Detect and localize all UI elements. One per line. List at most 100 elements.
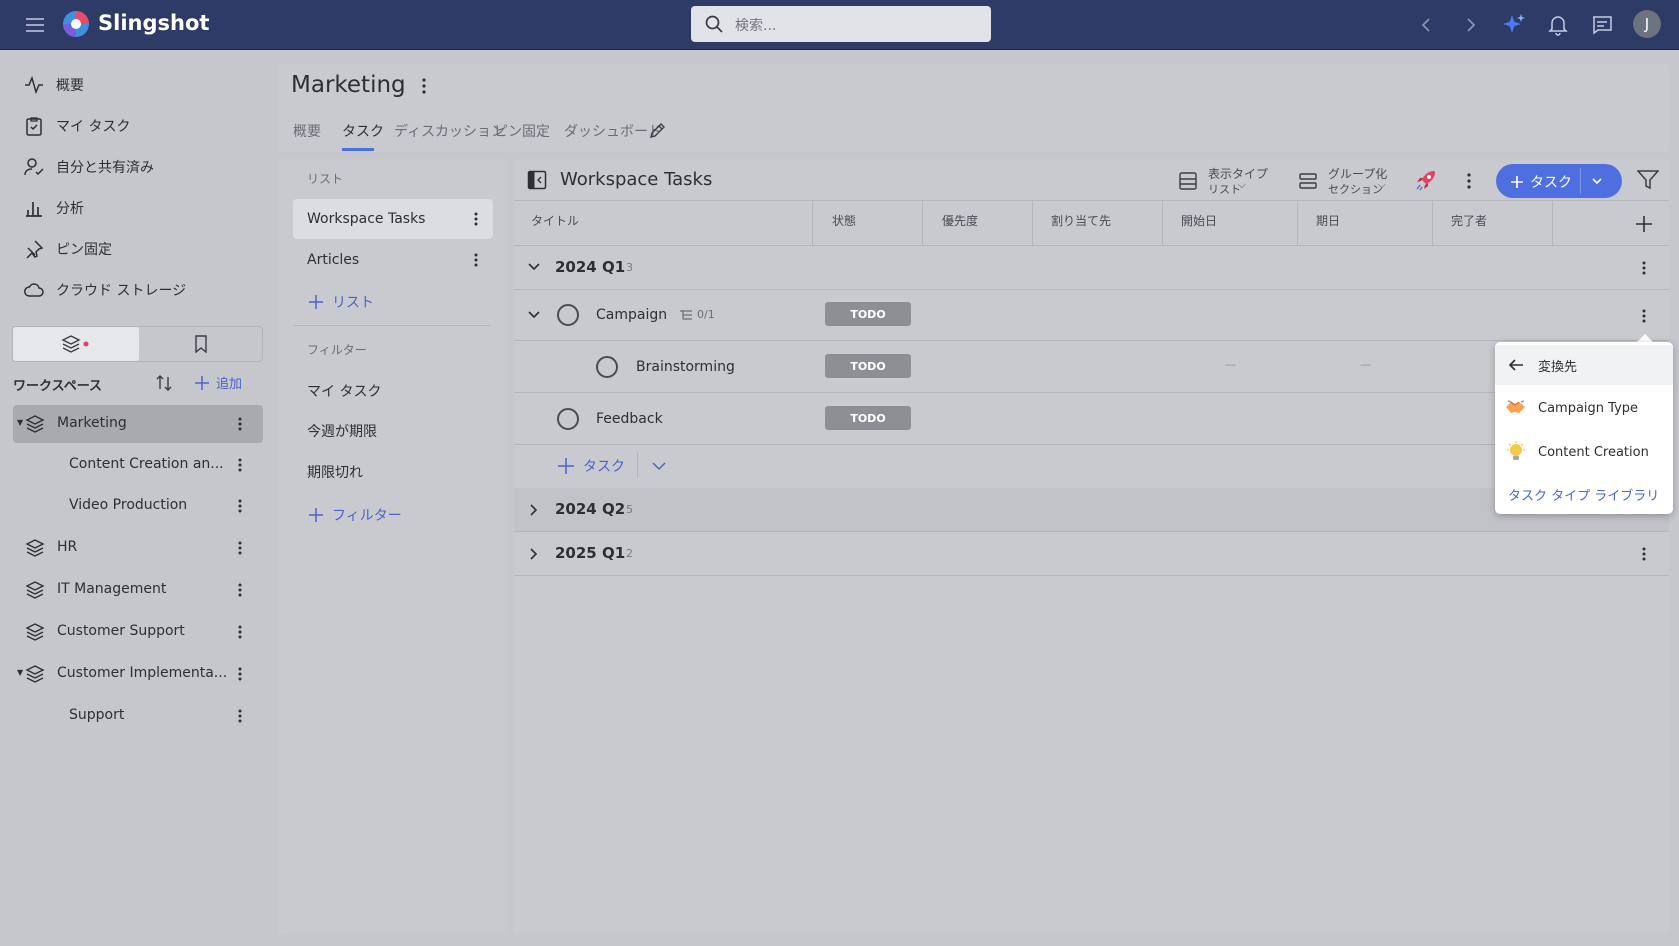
more-options-icon[interactable] [231,415,249,433]
filter-my-tasks[interactable]: マイ タスク [307,381,381,401]
nav-pinned[interactable]: ピン固定 [24,235,112,263]
hamburger-menu-icon[interactable] [21,11,49,39]
add-list-button[interactable]: リスト [308,292,374,312]
workspace-item-support[interactable]: Support [13,697,263,735]
due-date-value[interactable]: — [1360,358,1371,371]
tab-pinned[interactable]: ピン固定 [494,121,550,141]
expand-caret-icon[interactable]: ▼ [17,418,23,427]
user-avatar[interactable]: J [1633,10,1661,38]
nav-label: 自分と共有済み [56,160,154,176]
add-task-options-chevron-icon[interactable] [1590,174,1604,188]
more-options-icon[interactable] [231,539,249,557]
column-header-assignee[interactable]: 割り当て先 [1051,212,1111,229]
workspace-item-customer-implementation[interactable]: ▼ Customer Implementa... [13,655,263,693]
more-options-icon[interactable] [231,456,249,474]
tab-tasks[interactable]: タスク [342,121,384,141]
column-header-priority[interactable]: 優先度 [942,212,978,229]
sort-icon[interactable] [154,373,174,393]
nav-analytics[interactable]: 分析 [24,194,84,222]
add-task-button[interactable]: タスク [1510,172,1572,192]
rocket-icon[interactable] [1414,168,1438,192]
back-arrow-icon[interactable] [1412,11,1440,39]
more-options-icon[interactable] [231,497,249,515]
add-task-options-chevron-icon[interactable] [651,459,667,473]
tasks-more-options-icon[interactable] [1460,172,1478,190]
workspace-item-hr[interactable]: HR [13,529,263,567]
add-task-inline-label: タスク [583,459,625,475]
start-date-value[interactable]: — [1225,358,1236,371]
filter-due-this-week[interactable]: 今週が期限 [307,421,377,441]
page-more-options-icon[interactable] [415,77,433,95]
task-title[interactable]: Feedback [596,411,663,427]
menu-item-content-creation[interactable]: Content Creation [1495,432,1673,472]
edit-tabs-pencil-icon[interactable] [648,122,666,140]
column-header-due-date[interactable]: 期日 [1316,212,1340,229]
chevron-down-icon[interactable] [527,308,541,322]
more-options-icon[interactable] [467,210,485,228]
more-options-icon[interactable] [231,581,249,599]
list-item-workspace-tasks[interactable]: Workspace Tasks [293,199,493,239]
task-type-library-link[interactable]: タスク タイプ ライブラリ [1508,485,1659,504]
workspace-item-it-management[interactable]: IT Management [13,571,263,609]
status-badge[interactable]: TODO [825,406,911,430]
column-header-title[interactable]: タイトル [531,212,579,229]
filter-funnel-icon[interactable] [1637,170,1659,190]
menu-item-campaign-type[interactable]: Campaign Type [1495,388,1673,428]
task-complete-checkbox[interactable] [596,356,618,378]
add-column-plus-icon[interactable] [1635,215,1653,233]
tab-overview[interactable]: 概要 [293,121,321,141]
column-header-status[interactable]: 状態 [832,212,856,229]
collapse-panel-icon[interactable] [527,170,547,190]
chevron-down-icon[interactable] [527,260,541,274]
task-title[interactable]: Campaign [596,307,667,323]
list-item-articles[interactable]: Articles [293,240,493,280]
workspaces-toggle-button[interactable] [13,327,139,361]
task-more-options-icon[interactable] [1635,307,1653,325]
tab-discussion[interactable]: ディスカッション [394,121,505,141]
nav-shared-with-me[interactable]: 自分と共有済み [24,153,154,181]
notifications-bell-icon[interactable] [1544,11,1572,39]
more-options-icon[interactable] [467,251,485,269]
nav-label: ピン固定 [56,242,112,258]
add-workspace-button[interactable]: 追加 [194,373,242,392]
group-name[interactable]: 2024 Q2 [555,500,625,518]
group-more-options-icon[interactable] [1635,545,1653,563]
search-input[interactable]: 検索... [691,6,991,42]
group-name[interactable]: 2025 Q1 [555,544,625,562]
nav-cloud-storage[interactable]: クラウド ストレージ [24,276,186,304]
task-complete-checkbox[interactable] [557,408,579,430]
nav-label: 概要 [56,78,84,94]
layers-icon [25,623,45,641]
task-title[interactable]: Brainstorming [636,359,735,375]
nav-my-tasks[interactable]: マイ タスク [24,112,130,140]
more-options-icon[interactable] [231,707,249,725]
filter-overdue[interactable]: 期限切れ [307,462,363,482]
column-header-start-date[interactable]: 開始日 [1181,212,1217,229]
convert-menu-header[interactable]: 変換先 [1495,345,1673,385]
workspace-item-customer-support[interactable]: Customer Support [13,613,263,651]
chevron-right-icon[interactable] [527,547,541,561]
workspace-item-video-production[interactable]: Video Production [13,487,263,525]
back-arrow-icon [1508,359,1523,371]
more-options-icon[interactable] [231,623,249,641]
forward-arrow-icon[interactable] [1457,11,1485,39]
group-name[interactable]: 2024 Q1 [555,258,625,276]
chevron-right-icon[interactable] [527,503,541,517]
task-complete-checkbox[interactable] [557,304,579,326]
status-badge[interactable]: TODO [825,302,911,326]
view-type-dropdown[interactable]: 表示タイプ リスト ⌵ [1178,163,1288,199]
workspace-item-content-creation[interactable]: Content Creation an... [13,446,263,484]
status-badge[interactable]: TODO [825,354,911,378]
expand-caret-icon[interactable]: ▼ [17,668,23,677]
workspace-item-marketing[interactable]: ▼ Marketing [13,405,263,443]
messages-chat-icon[interactable] [1588,11,1616,39]
add-filter-button[interactable]: フィルター [308,505,402,525]
more-options-icon[interactable] [231,665,249,683]
column-header-completed-by[interactable]: 完了者 [1451,212,1487,229]
group-more-options-icon[interactable] [1635,259,1653,277]
ai-sparkle-icon[interactable] [1500,11,1528,39]
group-by-dropdown[interactable]: グループ化 セクション ⌵ [1298,163,1408,199]
bookmarks-toggle-button[interactable] [139,327,263,361]
nav-overview[interactable]: 概要 [24,71,84,99]
add-task-inline-button[interactable]: タスク [557,456,625,476]
